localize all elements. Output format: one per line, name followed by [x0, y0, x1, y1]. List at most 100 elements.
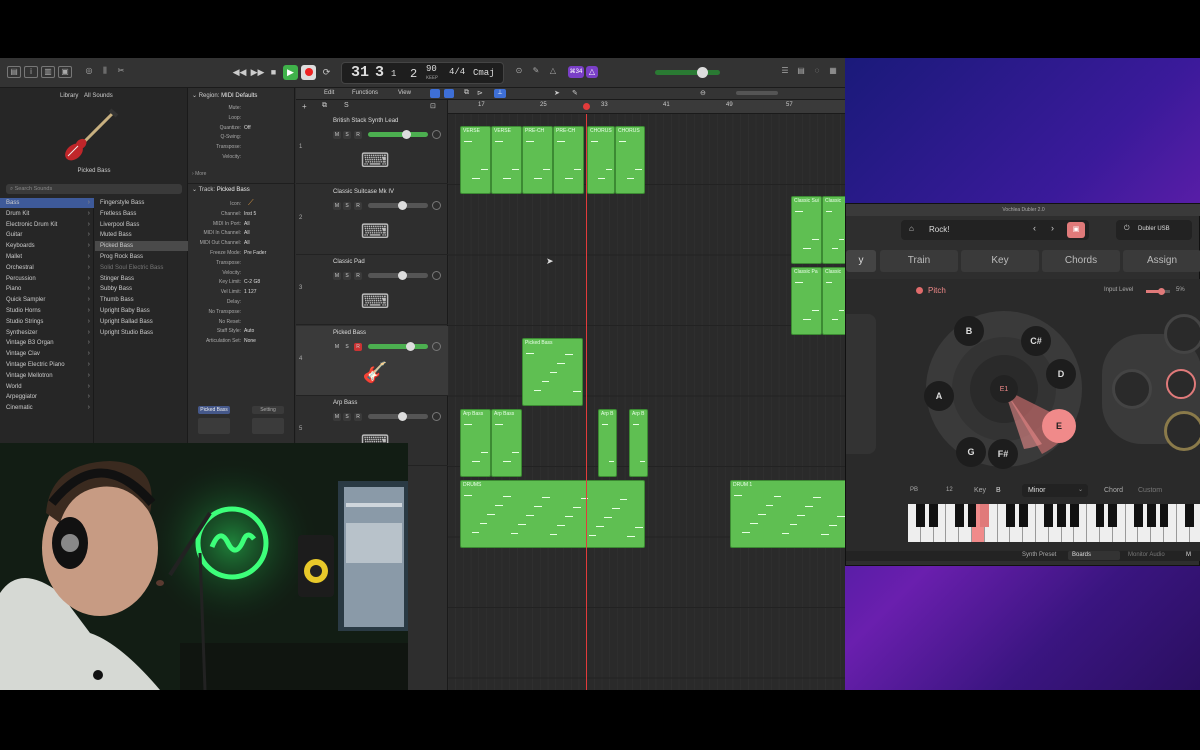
library-category-item[interactable]: Vintage B3 Organ › [0, 338, 94, 348]
volume-knob[interactable] [402, 130, 411, 139]
record-enable-button[interactable]: R [354, 131, 362, 139]
synth-preset-select[interactable]: Boards [1068, 551, 1120, 560]
pointer-tool-icon[interactable]: ➤ [554, 89, 560, 97]
key-root[interactable]: B [996, 487, 1001, 494]
midi-region[interactable]: PRE-CH [553, 126, 584, 194]
volume-knob[interactable] [398, 412, 407, 421]
solo-button[interactable]: S [343, 131, 351, 139]
zoom-icon[interactable]: ⊖ [700, 89, 706, 97]
black-key[interactable] [1044, 504, 1054, 527]
cycle-icon[interactable]: ⟳ [319, 65, 334, 80]
inspector-row[interactable]: Velocity: [188, 153, 295, 162]
volume-knob[interactable] [398, 271, 407, 280]
tab-play[interactable]: y [846, 250, 876, 272]
wheel-note-c-sharp[interactable]: C# [1021, 326, 1051, 356]
library-patch-item[interactable]: Fretless Bass [95, 209, 188, 219]
track-chevron-icon[interactable]: ⌄ [192, 187, 197, 193]
smart-controls-icon[interactable]: ◎ [82, 66, 96, 78]
mixer-icon[interactable]: ⫼ [98, 66, 112, 78]
library-category-item[interactable]: Studio Strings › [0, 317, 94, 327]
track-options-icon[interactable]: ⊡ [430, 102, 436, 110]
tab-assign[interactable]: Assign [1123, 250, 1200, 272]
solo-global-button[interactable]: S [344, 102, 349, 109]
pan-knob[interactable] [432, 341, 441, 351]
device-selector[interactable]: ⏻ Dubler USB [1116, 220, 1192, 240]
library-category-item[interactable]: Keyboards › [0, 241, 94, 251]
library-category-item[interactable]: Vintage Mellotron › [0, 371, 94, 381]
track-header[interactable]: 2 Classic Suitcase Mk IV M S R ⌨ [296, 185, 448, 255]
tab-train[interactable]: Train [880, 250, 958, 272]
pan-knob[interactable] [432, 130, 441, 139]
pan-knob[interactable] [432, 200, 441, 210]
more-chevron-icon[interactable]: › [192, 171, 194, 177]
mute-button[interactable]: M [333, 272, 341, 280]
master-volume-slider[interactable] [655, 67, 720, 78]
black-key[interactable] [1185, 504, 1195, 527]
key-mode-select[interactable]: Minor ⌄ [1022, 484, 1088, 497]
library-patch-item[interactable]: Stinger Bass [95, 274, 188, 284]
inspector-row[interactable]: Staff Style: Auto [188, 327, 295, 336]
grid-view-icon[interactable] [444, 89, 454, 98]
pad-left[interactable] [1112, 369, 1152, 409]
channel-strip-eq-right[interactable] [252, 418, 284, 434]
midi-region[interactable]: Classic Pa [791, 267, 822, 335]
inspector-row[interactable]: Transpose: [188, 143, 295, 152]
next-preset-icon[interactable]: › [1051, 223, 1054, 233]
tracks-view-icon[interactable] [430, 89, 440, 98]
midi-region[interactable]: Classic [822, 196, 845, 264]
library-patch-item[interactable]: Fingerstyle Bass [95, 198, 188, 208]
library-category-item[interactable]: Cinematic › [0, 403, 94, 413]
volume-slider[interactable] [368, 200, 428, 210]
volume-slider[interactable] [368, 130, 428, 139]
wheel-note-f-sharp[interactable]: F# [988, 439, 1018, 469]
play-button[interactable]: ▶ [283, 65, 298, 80]
black-key[interactable] [1057, 504, 1067, 527]
stop-icon[interactable]: ■ [266, 65, 281, 80]
black-key[interactable] [1018, 504, 1028, 527]
preset-selector[interactable]: ⌂ Rock! ‹ › ▣ [901, 220, 1089, 240]
channel-strip-setting[interactable]: Setting [252, 406, 284, 414]
wheel-note-d[interactable]: D [1046, 359, 1076, 389]
track-name[interactable]: Classic Pad [333, 259, 365, 265]
view-menu[interactable]: View [398, 90, 411, 96]
inspector-row[interactable]: Icon: [188, 200, 295, 209]
inspector-value[interactable]: 1 127 [244, 288, 257, 297]
black-key[interactable] [916, 504, 926, 527]
channel-strip-eq[interactable] [198, 418, 230, 434]
volume-knob[interactable] [398, 200, 407, 210]
monitor-audio-toggle[interactable]: Monitor Audio [1128, 552, 1165, 558]
midi-region[interactable]: PRE-CH [522, 126, 553, 194]
library-patch-item[interactable]: Prog Rock Bass [95, 252, 188, 262]
bar-ruler[interactable]: 17 25 33 41 49 57 [448, 100, 845, 114]
track-header[interactable]: 1 British Stack Synth Lead M S R ⌨ [296, 114, 448, 184]
mute-button[interactable]: M [333, 413, 341, 421]
solo-button[interactable]: S [343, 413, 351, 421]
record-button[interactable] [301, 65, 316, 80]
library-patch-item[interactable]: Upright Studio Bass [95, 328, 188, 338]
library-category-item[interactable]: Drum Kit › [0, 209, 94, 219]
black-key[interactable] [954, 504, 964, 527]
library-scope[interactable]: All Sounds [84, 93, 113, 99]
wheel-note-e[interactable]: E [1042, 409, 1076, 443]
mute-button[interactable]: M [333, 131, 341, 139]
inspector-row[interactable]: Transpose: [188, 259, 295, 268]
inspector-row[interactable]: Delay: [188, 298, 295, 307]
inspector-row[interactable]: No Reset: [188, 318, 295, 327]
trigger-pads[interactable] [1102, 309, 1200, 459]
pad-bottom[interactable] [1164, 411, 1200, 451]
save-preset-icon[interactable]: ▣ [1067, 222, 1085, 238]
notepad-icon[interactable]: ▤ [794, 66, 808, 78]
inspector-row[interactable]: MIDI In Channel: All [188, 229, 295, 238]
library-category-item[interactable]: Electronic Drum Kit › [0, 220, 94, 230]
solo-button[interactable]: S [343, 201, 351, 210]
browser-icon[interactable]: ▦ [826, 66, 840, 78]
tab-chords[interactable]: Chords [1042, 250, 1120, 272]
zoom-slider[interactable] [736, 91, 778, 95]
inspector-value[interactable]: All [244, 239, 250, 248]
playhead[interactable] [586, 114, 587, 690]
midi-region[interactable]: Classic [822, 267, 845, 335]
black-key[interactable] [929, 504, 939, 527]
library-category-item[interactable]: Vintage Electric Piano › [0, 360, 94, 370]
solo-button[interactable]: S [343, 272, 351, 280]
black-key[interactable] [1005, 504, 1015, 527]
